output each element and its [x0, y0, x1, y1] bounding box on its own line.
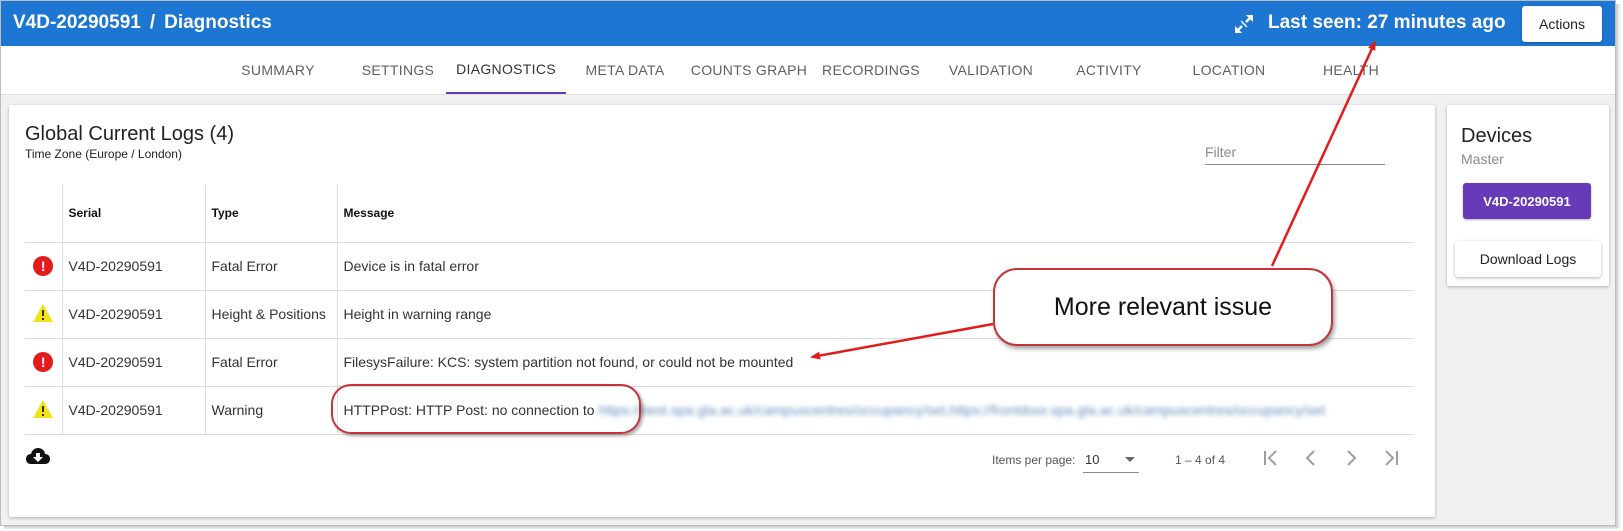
redacted-url: https://ttest.spa.gla.ac.uk/campuscentre… [598, 402, 1326, 418]
last-page-icon[interactable] [1379, 446, 1403, 470]
next-page-icon[interactable] [1339, 446, 1363, 470]
type-cell: Fatal Error [204, 338, 337, 387]
tab-settings[interactable]: SETTINGS [339, 46, 457, 94]
type-cell: Height & Positions [204, 290, 337, 339]
serial-cell: V4D-20290591 [61, 338, 205, 387]
logs-title: Global Current Logs (4) [25, 123, 234, 145]
highlight-oval [331, 384, 641, 434]
window-shadow [1616, 4, 1621, 528]
items-per-page-select[interactable]: 10 [1083, 445, 1139, 473]
serial-cell: V4D-20290591 [61, 242, 205, 291]
warning-icon [33, 303, 54, 322]
items-per-page-value: 10 [1085, 452, 1100, 467]
devices-card: Devices Master V4D-20290591 Download Log… [1447, 105, 1609, 286]
tab-counts-graph[interactable]: COUNTS GRAPH [686, 46, 812, 94]
devices-subtitle: Master [1461, 151, 1504, 167]
disconnected-signal-icon [1235, 15, 1253, 33]
message-column-header[interactable]: Message [336, 185, 1414, 243]
cloud-download-icon[interactable] [25, 446, 51, 466]
type-column-header[interactable]: Type [204, 185, 337, 243]
first-page-icon[interactable] [1259, 446, 1283, 470]
tab-health[interactable]: HEALTH [1292, 46, 1410, 94]
tab-meta-data[interactable]: META DATA [566, 46, 684, 94]
serial-cell: V4D-20290591 [61, 386, 205, 435]
devices-title: Devices [1461, 125, 1533, 147]
items-per-page-label: Items per page: [992, 453, 1076, 467]
annotation-callout: More relevant issue [993, 268, 1333, 346]
error-icon: ! [33, 256, 54, 276]
tab-summary[interactable]: SUMMARY [219, 46, 337, 94]
timezone-label: Time Zone (Europe / London) [25, 147, 182, 161]
page-name: Diagnostics [164, 12, 272, 33]
status-cell [25, 290, 62, 339]
table-header-row: Serial Type Message [25, 185, 1414, 243]
device-id-title: V4D-20290591 [13, 12, 141, 33]
status-cell: ! [25, 338, 62, 387]
serial-column-header[interactable]: Serial [61, 185, 205, 243]
app-window: V4D-20290591 / Diagnostics Last seen: 27 m… [0, 0, 1616, 526]
actions-button[interactable]: Actions [1522, 6, 1602, 42]
page-title: V4D-20290591 / Diagnostics [13, 12, 272, 34]
page-range: 1 – 4 of 4 [1175, 453, 1226, 467]
chevron-down-icon [1125, 457, 1135, 462]
download-logs-button[interactable]: Download Logs [1455, 241, 1601, 277]
type-cell: Fatal Error [204, 242, 337, 291]
warning-icon [33, 399, 54, 418]
tab-validation[interactable]: VALIDATION [932, 46, 1050, 94]
status-cell: ! [25, 242, 62, 291]
status-cell [25, 386, 62, 435]
tab-diagnostics[interactable]: DIAGNOSTICS [446, 46, 566, 94]
tab-bar: SUMMARY SETTINGS DIAGNOSTICS META DATA C… [1, 46, 1615, 95]
tab-activity[interactable]: ACTIVITY [1050, 46, 1168, 94]
app-bar: V4D-20290591 / Diagnostics Last seen: 27 m… [1, 1, 1615, 46]
tab-recordings[interactable]: RECORDINGS [812, 46, 930, 94]
status-column-header [25, 185, 62, 243]
type-cell: Warning [204, 386, 337, 435]
filter-input[interactable] [1205, 131, 1385, 165]
window-shadow [4, 526, 1618, 530]
title-separator: / [149, 12, 156, 33]
device-button[interactable]: V4D-20290591 [1463, 183, 1591, 219]
table-row[interactable]: V4D-20290591 Warning HTTPPost: HTTP Post… [25, 386, 1414, 435]
previous-page-icon[interactable] [1299, 446, 1323, 470]
error-icon: ! [33, 352, 54, 372]
last-seen-status: Last seen: 27 minutes ago [1268, 12, 1506, 33]
tab-location[interactable]: LOCATION [1170, 46, 1288, 94]
serial-cell: V4D-20290591 [61, 290, 205, 339]
